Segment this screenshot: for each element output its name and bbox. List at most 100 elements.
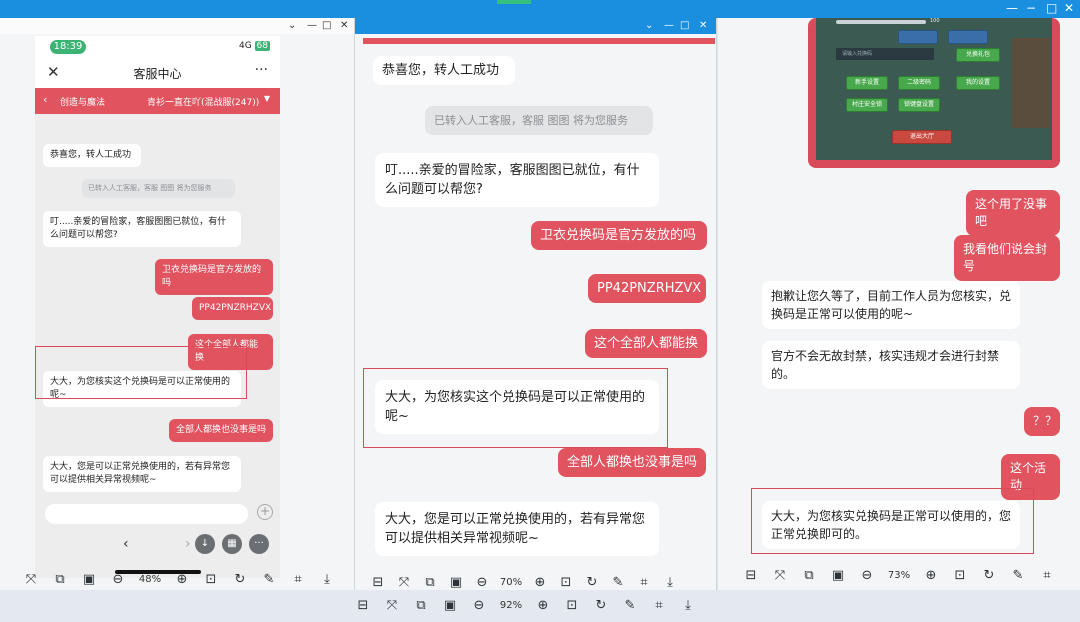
game-tab-button[interactable] (948, 30, 988, 44)
restore-icon[interactable]: − (1026, 1, 1036, 15)
actual-size-icon[interactable]: ⊡ (555, 571, 577, 590)
zoom-in-icon[interactable]: ⊕ (532, 594, 554, 616)
actual-size-icon[interactable]: ⊡ (200, 568, 222, 590)
fit-icon[interactable]: ⤧ (381, 594, 403, 616)
actual-size-icon[interactable]: ⊡ (561, 594, 583, 616)
zoom-level: 70% (499, 576, 523, 588)
zoom-level: 92% (499, 599, 523, 611)
maximize-icon[interactable]: □ (680, 20, 689, 31)
fit-icon[interactable]: ⤧ (393, 571, 415, 590)
edit-icon[interactable]: ✎ (1007, 564, 1029, 586)
chevron-left-icon[interactable]: ‹ (123, 536, 129, 552)
minimize-icon[interactable]: — (1006, 1, 1018, 15)
chat-message: 抱歉让您久等了，目前工作人员为您核实，兑换码是正常可以使用的呢~ (762, 281, 1020, 329)
exit-lobby-button[interactable]: 退出大厅 (892, 130, 952, 144)
main-toolbar-area: ⊟ ⤧ ⧉ ▣ ⊖ 92% ⊕ ⊡ ↻ ✎ ⌗ ⤓ (0, 590, 1080, 622)
more-icon[interactable]: ··· (255, 62, 268, 78)
grid-icon[interactable]: ⧉ (419, 571, 441, 590)
zoom-out-icon[interactable]: ⊖ (471, 571, 493, 590)
fit-icon[interactable]: ⤧ (769, 564, 791, 586)
phone-status-bar: 18:39 4G 68 (35, 36, 280, 58)
zoom-out-icon[interactable]: ⊖ (856, 564, 878, 586)
minimize-icon[interactable]: — (307, 20, 317, 31)
volume-slider[interactable] (836, 20, 926, 24)
crop-frame-icon[interactable]: ▣ (439, 594, 461, 616)
chevron-down-icon[interactable]: ⌄ (645, 20, 653, 31)
back-icon[interactable]: ‹ (43, 93, 47, 106)
left-window-titlebar: ⌄ — □ ✕ (0, 18, 354, 34)
game-button[interactable]: 我的设置 (956, 76, 1000, 90)
minimize-icon[interactable]: — (664, 20, 674, 31)
grid-icon[interactable]: ⧉ (798, 564, 820, 586)
crop-frame-icon[interactable]: ▣ (445, 571, 467, 590)
page-title: 客服中心 (133, 67, 182, 81)
crop-frame-icon[interactable]: ▣ (78, 568, 100, 590)
header-strip (363, 38, 715, 44)
zoom-in-icon[interactable]: ⊕ (529, 571, 551, 590)
rotate-icon[interactable]: ↻ (590, 594, 612, 616)
chevron-down-icon[interactable]: ▼ (264, 94, 270, 103)
zoom-in-icon[interactable]: ⊕ (171, 568, 193, 590)
rotate-icon[interactable]: ↻ (978, 564, 1000, 586)
redeem-code-input[interactable]: 请输入兑换码 (836, 48, 934, 60)
zoom-out-icon[interactable]: ⊖ (468, 594, 490, 616)
chat-message: 叮.....亲爱的冒险家，客服图图已就位，有什么问题可以帮您? (375, 153, 659, 207)
chat-message: ？？ (1024, 407, 1060, 436)
rotate-icon[interactable]: ↻ (229, 568, 251, 590)
window-title-bar: — − □ ✕ (0, 0, 1080, 18)
crop-icon[interactable]: ⌗ (1036, 564, 1058, 586)
game-name: 创造与魔法 (60, 98, 106, 108)
download-icon[interactable]: ⤓ (659, 571, 681, 590)
layout-icon[interactable]: ⊟ (352, 594, 374, 616)
game-button[interactable]: 村庄安全锁 (846, 98, 888, 112)
right-image-viewer: 100 请输入兑换码 兑换礼包 新手设置 二级密码 我的设置 村庄安全锁 锁键盘… (718, 18, 1080, 590)
layout-icon[interactable]: ⊟ (367, 571, 389, 590)
crop-icon[interactable]: ⌗ (287, 568, 309, 590)
maximize-icon[interactable]: □ (322, 20, 331, 31)
download-icon[interactable]: ⤓ (316, 568, 338, 590)
grid-icon[interactable]: ▦ (222, 534, 242, 554)
signal-battery: 4G 68 (238, 41, 270, 51)
crop-frame-icon[interactable]: ▣ (827, 564, 849, 586)
player-name: 青衫一直在吖(混战服(247)) (147, 98, 260, 108)
grid-icon[interactable]: ⧉ (49, 568, 71, 590)
crop-icon[interactable]: ⌗ (633, 571, 655, 590)
edit-icon[interactable]: ✎ (607, 571, 629, 590)
more-icon[interactable]: ··· (249, 534, 269, 554)
zoom-out-icon[interactable]: ⊖ (107, 568, 129, 590)
redeem-button[interactable]: 兑换礼包 (956, 48, 1000, 62)
layout-icon[interactable]: ⊟ (740, 564, 762, 586)
crop-icon[interactable]: ⌗ (648, 594, 670, 616)
download-icon[interactable]: ↓ (195, 534, 215, 554)
message-input[interactable] (45, 504, 248, 524)
chevron-right-icon[interactable]: › (185, 536, 191, 552)
close-icon[interactable]: ✕ (1064, 1, 1074, 15)
close-icon[interactable]: ✕ (699, 20, 707, 31)
chevron-down-icon[interactable]: ⌄ (288, 20, 296, 31)
chat-message: 全部人都换也没事是吗 (169, 419, 273, 442)
chat-message: 大大，您是可以正常兑换使用的，若有异常您可以提供相关异常视频呢~ (43, 456, 241, 492)
maximize-icon[interactable]: □ (1046, 1, 1057, 15)
edit-icon[interactable]: ✎ (258, 568, 280, 590)
game-panel: 100 请输入兑换码 兑换礼包 新手设置 二级密码 我的设置 村庄安全锁 锁键盘… (816, 18, 1052, 160)
chat-message: 大大，您是可以正常兑换使用的，若有异常您可以提供相关异常视频呢~ (375, 502, 659, 556)
plus-icon[interactable]: + (257, 504, 273, 520)
edit-icon[interactable]: ✎ (619, 594, 641, 616)
actual-size-icon[interactable]: ⊡ (949, 564, 971, 586)
game-tab-button[interactable] (898, 30, 938, 44)
fit-icon[interactable]: ⤧ (20, 568, 42, 590)
game-button[interactable]: 二级密码 (898, 76, 940, 90)
grid-icon[interactable]: ⧉ (410, 594, 432, 616)
game-button[interactable]: 新手设置 (846, 76, 888, 90)
image-toolbar: ⊟ ⤧ ⧉ ▣ ⊖ 73% ⊕ ⊡ ↻ ✎ ⌗ (740, 564, 1065, 586)
zoom-in-icon[interactable]: ⊕ (920, 564, 942, 586)
close-icon[interactable]: ✕ (340, 20, 348, 31)
game-button[interactable]: 锁键盘设置 (898, 98, 940, 112)
highlight-box (35, 346, 247, 399)
download-icon[interactable]: ⤓ (677, 594, 699, 616)
main-image-toolbar: ⊟ ⤧ ⧉ ▣ ⊖ 92% ⊕ ⊡ ↻ ✎ ⌗ ⤓ (352, 594, 706, 616)
game-scenery (1012, 38, 1050, 128)
rotate-icon[interactable]: ↻ (581, 571, 603, 590)
volume-value: 100 (930, 18, 940, 24)
middle-window-titlebar: ⌄ — □ ✕ (355, 18, 716, 34)
